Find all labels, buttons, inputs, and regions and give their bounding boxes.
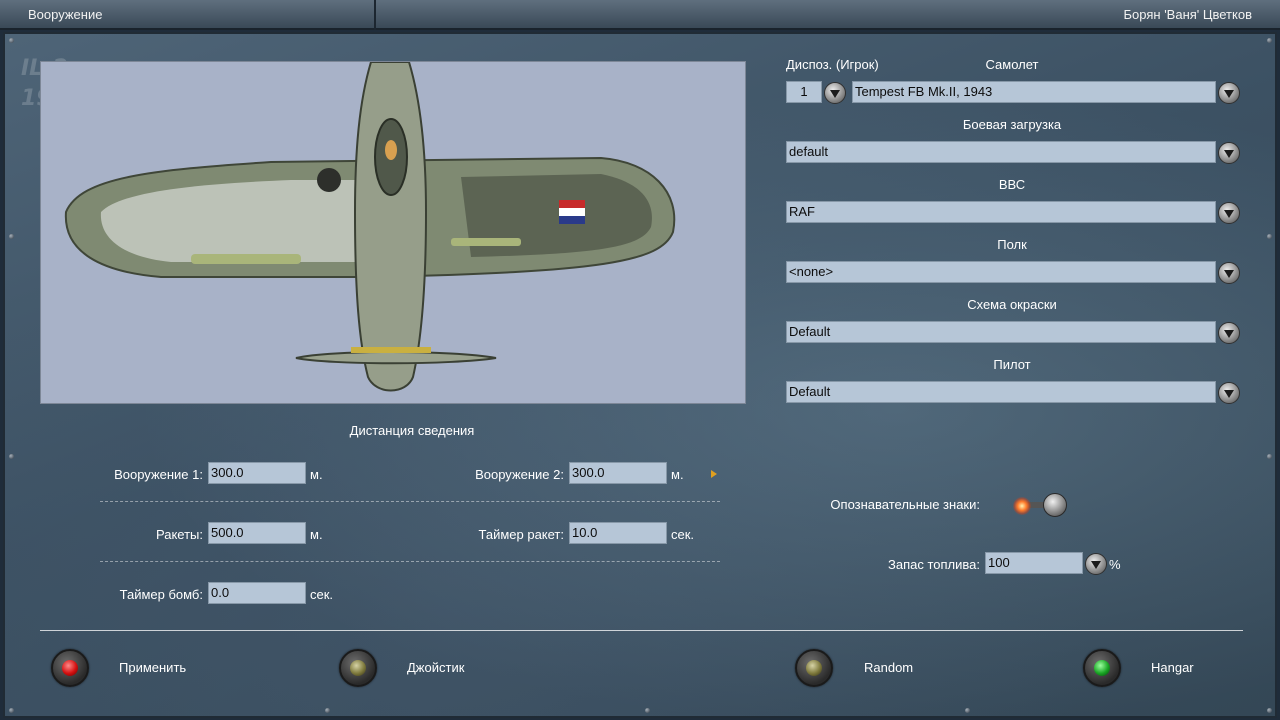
insignia-toggle-icon — [1013, 497, 1031, 515]
weapon2-field[interactable]: 300.0 — [569, 462, 667, 484]
rivet — [1267, 234, 1272, 239]
skin-label: Схема окраски — [967, 297, 1057, 312]
title-bar: Вооружение Борян 'Ваня' Цветков — [0, 0, 1280, 30]
hangar-label[interactable]: Hangar — [1151, 660, 1194, 675]
joystick-button[interactable] — [339, 649, 377, 687]
airforce-dropdown-button[interactable] — [1218, 202, 1240, 224]
rivet — [965, 708, 970, 713]
dispos-field[interactable]: 1 — [786, 81, 822, 103]
divider — [100, 501, 720, 502]
weapon1-label: Вооружение 1: — [114, 467, 203, 482]
loadout-dropdown-button[interactable] — [1218, 142, 1240, 164]
regiment-dropdown-button[interactable] — [1218, 262, 1240, 284]
bomb-timer-unit: сек. — [310, 587, 334, 602]
loadout-label: Боевая загрузка — [962, 117, 1062, 132]
rivet — [9, 234, 14, 239]
rocket-timer-unit: сек. — [671, 527, 695, 542]
rivet — [1267, 38, 1272, 43]
dispos-dropdown-button[interactable] — [824, 82, 846, 104]
insignia-toggle[interactable] — [1007, 489, 1073, 521]
bomb-timer-field[interactable]: 0.0 — [208, 582, 306, 604]
regiment-field[interactable]: <none> — [786, 261, 1216, 283]
rockets-unit: м. — [310, 527, 323, 542]
aircraft-field[interactable]: Tempest FB Mk.II, 1943 — [852, 81, 1216, 103]
joystick-label[interactable]: Джойстик — [407, 660, 464, 675]
apply-button[interactable] — [51, 649, 89, 687]
fuel-label: Запас топлива: — [888, 557, 980, 572]
aircraft-preview-icon — [64, 62, 676, 392]
airforce-field[interactable]: RAF — [786, 201, 1216, 223]
rivet — [1267, 454, 1272, 459]
lamp-button-icon — [62, 660, 78, 676]
random-button[interactable] — [795, 649, 833, 687]
scroll-right-icon[interactable] — [711, 470, 717, 478]
rivet — [645, 708, 650, 713]
rocket-timer-label: Таймер ракет: — [478, 527, 564, 542]
pilot-field[interactable]: Default — [786, 381, 1216, 403]
lamp-button-icon — [1094, 660, 1110, 676]
regiment-label: Полк — [997, 237, 1027, 252]
weapon1-field[interactable]: 300.0 — [208, 462, 306, 484]
convergence-title: Дистанция сведения — [349, 423, 475, 438]
airforce-label: ВВС — [998, 177, 1026, 192]
loadout-field[interactable]: default — [786, 141, 1216, 163]
rockets-field[interactable]: 500.0 — [208, 522, 306, 544]
fuel-unit: % — [1109, 557, 1121, 572]
bottom-separator — [40, 630, 1243, 631]
skin-dropdown-button[interactable] — [1218, 322, 1240, 344]
rockets-label: Ракеты: — [155, 527, 203, 542]
aircraft-dropdown-button[interactable] — [1218, 82, 1240, 104]
rivet — [1267, 708, 1272, 713]
pilot-label: Пилот — [993, 357, 1031, 372]
divider — [100, 561, 720, 562]
apply-label[interactable]: Применить — [119, 660, 186, 675]
fuel-dropdown-button[interactable] — [1085, 553, 1107, 575]
rivet — [9, 454, 14, 459]
weapon2-label: Вооружение 2: — [475, 467, 564, 482]
fuel-field[interactable]: 100 — [985, 552, 1083, 574]
rivet — [9, 38, 14, 43]
lamp-button-icon — [806, 660, 822, 676]
lamp-button-icon — [350, 660, 366, 676]
aircraft-label: Самолет — [985, 57, 1039, 72]
rivet — [9, 708, 14, 713]
player-name: Борян 'Ваня' Цветков — [1123, 7, 1252, 22]
bomb-timer-label: Таймер бомб: — [119, 587, 203, 602]
window-title: Вооружение — [0, 0, 376, 30]
weapon1-unit: м. — [310, 467, 323, 482]
dispos-label: Диспоз. (Игрок) — [786, 57, 879, 72]
insignia-knob — [1043, 493, 1067, 517]
rocket-timer-field[interactable]: 10.0 — [569, 522, 667, 544]
insignia-label: Опознавательные знаки: — [830, 497, 980, 512]
random-label[interactable]: Random — [864, 660, 913, 675]
skin-field[interactable]: Default — [786, 321, 1216, 343]
pilot-dropdown-button[interactable] — [1218, 382, 1240, 404]
weapon2-unit: м. — [671, 467, 684, 482]
hangar-button[interactable] — [1083, 649, 1121, 687]
aircraft-preview[interactable] — [40, 61, 746, 404]
rivet — [325, 708, 330, 713]
